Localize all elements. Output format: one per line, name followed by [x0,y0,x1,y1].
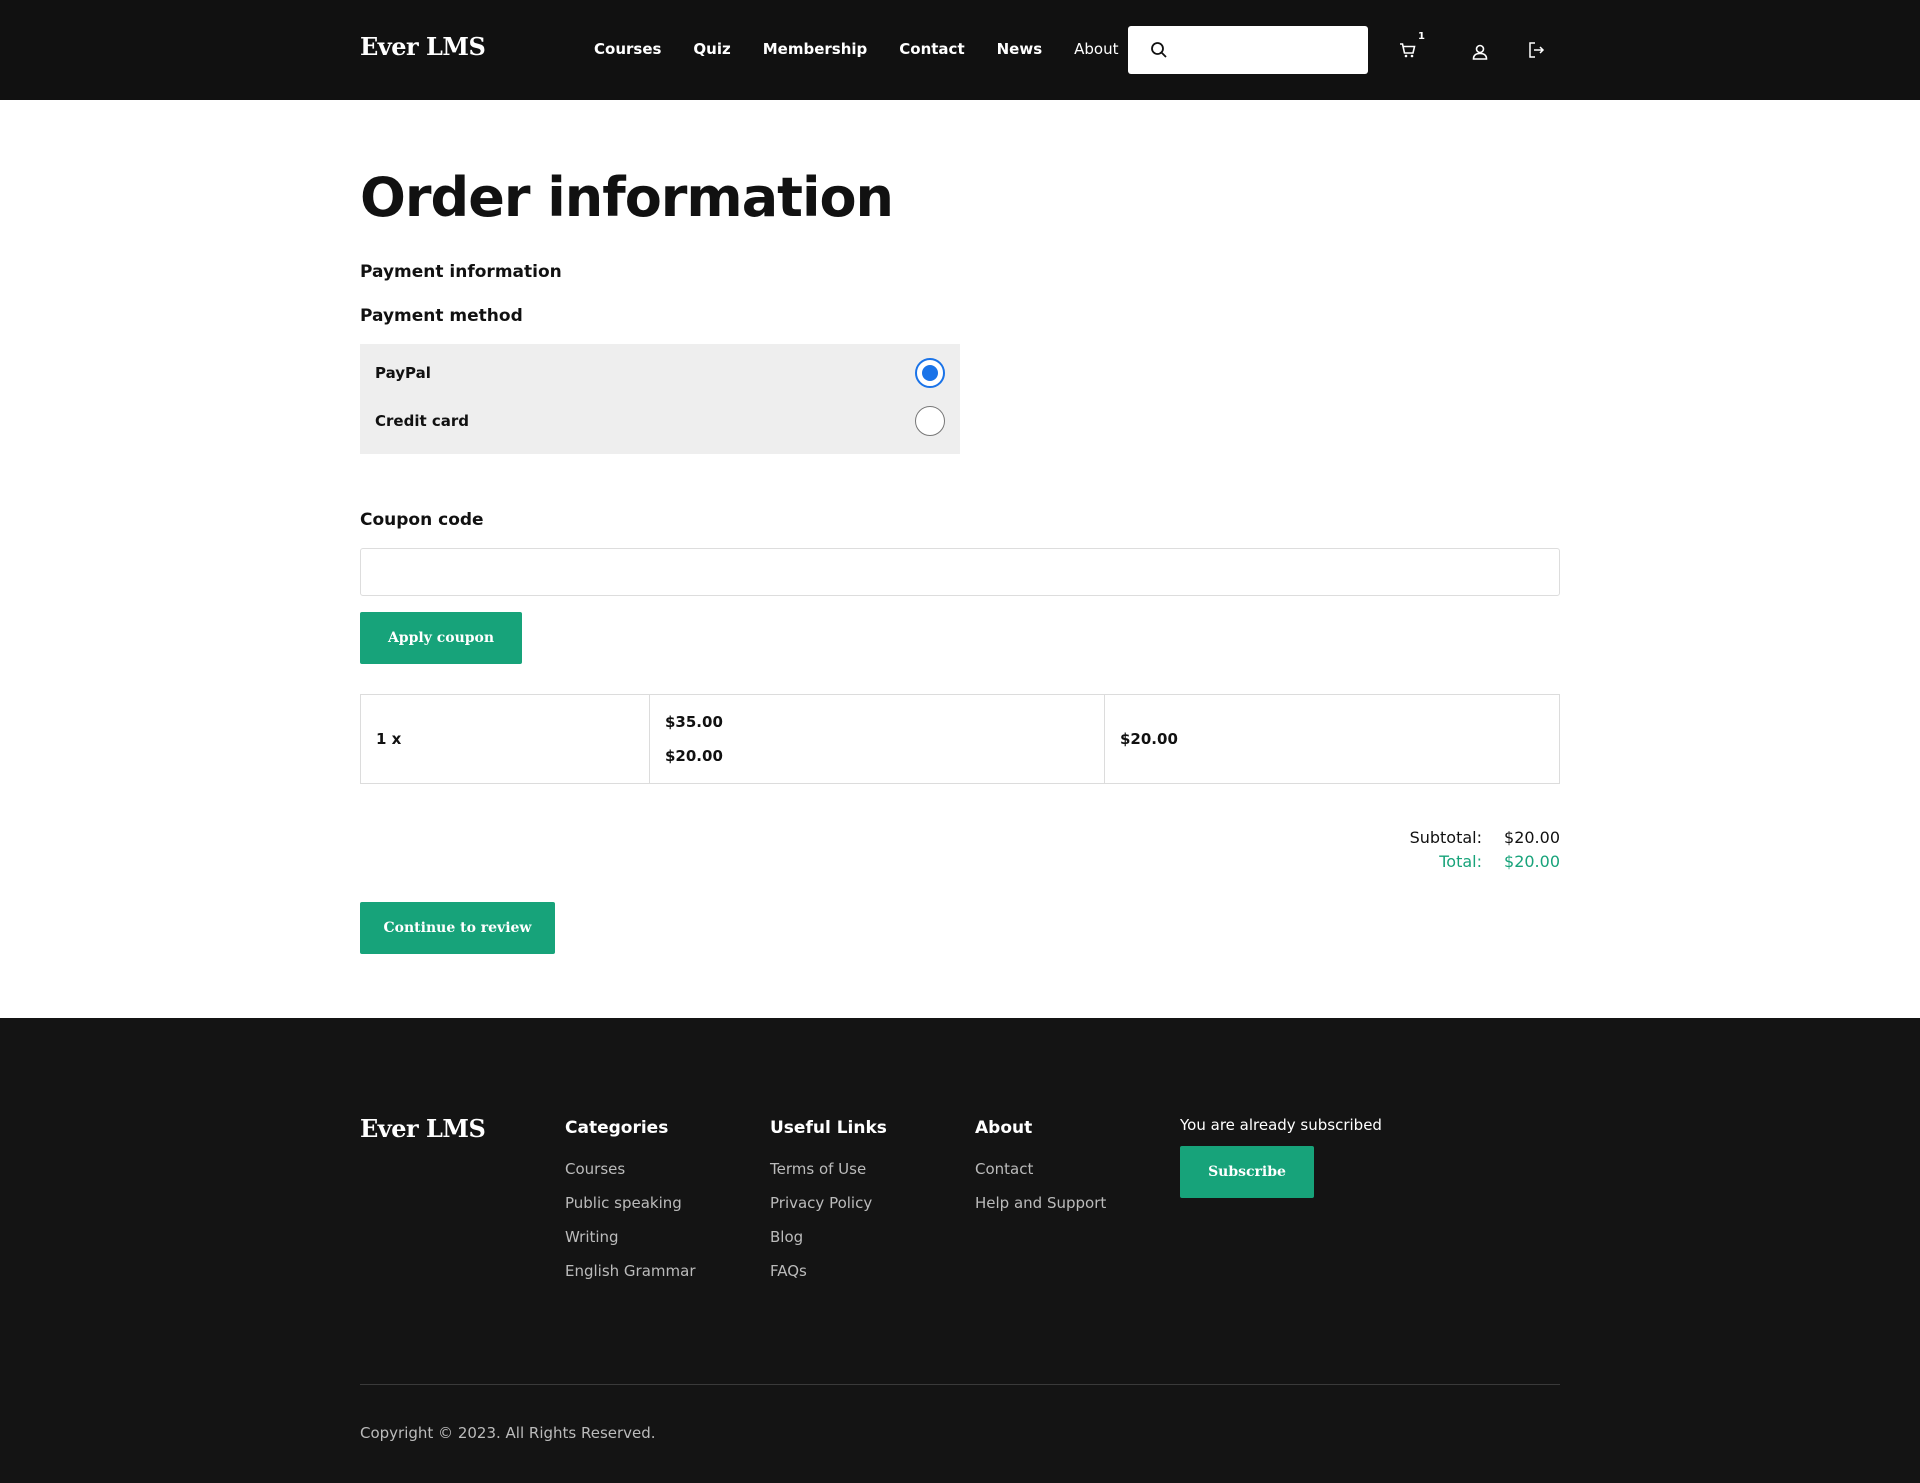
copyright-text: Copyright © 2023. All Rights Reserved. [360,1424,656,1442]
subtotal-label: Subtotal: [1409,828,1483,847]
nav-about-label: About [1074,40,1119,58]
payment-method-heading: Payment method [360,306,523,326]
footer-link-public-speaking[interactable]: Public speaking [565,1194,696,1212]
footer-link-writing[interactable]: Writing [565,1228,696,1246]
payment-method-group: PayPal Credit card [360,344,960,454]
subscription-status: You are already subscribed [1180,1116,1382,1134]
footer-link-terms[interactable]: Terms of Use [770,1160,887,1178]
subtotal-value: $20.00 [1504,828,1560,847]
site-header: Ever LMS Courses Quiz Membership Contact… [0,0,1920,100]
payment-option-paypal[interactable]: PayPal [375,358,945,388]
total-row: Total: $20.00 [1410,850,1560,874]
search-icon[interactable] [1150,41,1168,59]
footer-divider [360,1384,1560,1385]
nav-contact[interactable]: Contact [899,40,964,58]
footer-link-privacy[interactable]: Privacy Policy [770,1194,887,1212]
logout-icon[interactable] [1526,40,1546,60]
sale-price: $20.00 [665,747,723,765]
nav-quiz[interactable]: Quiz [693,40,730,58]
footer-link-faqs[interactable]: FAQs [770,1262,887,1280]
footer-about-title: About [975,1118,1033,1138]
order-summary-table: 1 x $35.00 $20.00 $20.00 [360,694,1560,784]
order-totals: Subtotal: $20.00 Total: $20.00 [1410,826,1560,874]
nav-news[interactable]: News [997,40,1043,58]
coupon-code-input[interactable] [360,548,1560,596]
order-price-cell: $35.00 $20.00 [650,695,1105,783]
footer-link-courses[interactable]: Courses [565,1160,696,1178]
order-line-total-cell: $20.00 [1105,695,1559,783]
footer-useful-links-title: Useful Links [770,1118,887,1138]
apply-coupon-button[interactable]: Apply coupon [360,612,522,664]
footer-useful-links: Useful Links Terms of Use Privacy Policy… [770,1118,887,1296]
cart-icon[interactable] [1398,40,1418,60]
credit-card-radio[interactable] [915,406,945,436]
original-price: $35.00 [665,713,723,731]
page-title: Order information [360,166,894,229]
order-quantity-cell: 1 x [361,695,650,783]
order-quantity: 1 x [376,730,402,748]
footer-link-contact[interactable]: Contact [975,1160,1106,1178]
payment-option-label: Credit card [375,412,469,430]
site-footer: Ever LMS Categories Courses Public speak… [0,1018,1920,1483]
payment-info-heading: Payment information [360,262,562,282]
footer-categories-title: Categories [565,1118,669,1138]
footer-link-help[interactable]: Help and Support [975,1194,1106,1212]
footer-categories: Categories Courses Public speaking Writi… [565,1118,696,1296]
footer-link-blog[interactable]: Blog [770,1228,887,1246]
main-nav: Courses Quiz Membership Contact News Abo… [594,40,1175,58]
line-total: $20.00 [1120,730,1178,748]
total-value: $20.00 [1504,852,1560,871]
cart-count-badge: 1 [1418,31,1425,42]
total-label: Total: [1439,852,1483,871]
payment-option-credit-card[interactable]: Credit card [375,406,945,436]
payment-option-label: PayPal [375,364,431,382]
subtotal-row: Subtotal: $20.00 [1410,826,1560,850]
footer-about: About Contact Help and Support [975,1118,1106,1228]
nav-courses[interactable]: Courses [594,40,661,58]
search-box [1128,26,1368,74]
footer-link-english-grammar[interactable]: English Grammar [565,1262,696,1280]
continue-to-review-button[interactable]: Continue to review [360,902,555,954]
subscribe-button[interactable]: Subscribe [1180,1146,1314,1198]
paypal-radio[interactable] [915,358,945,388]
user-icon[interactable] [1470,42,1490,62]
brand-logo[interactable]: Ever LMS [360,32,486,61]
coupon-code-label: Coupon code [360,510,484,530]
nav-membership[interactable]: Membership [763,40,868,58]
footer-brand-logo[interactable]: Ever LMS [360,1114,486,1143]
